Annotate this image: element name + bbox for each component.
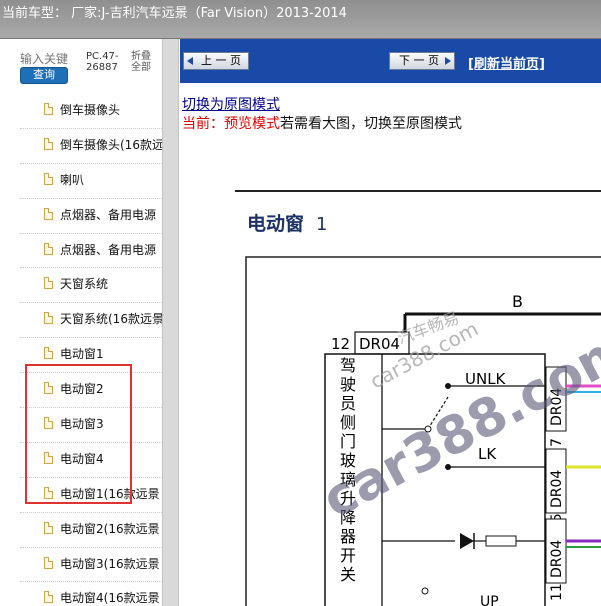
switch-mode-link[interactable]: 切换为原图模式 [182, 94, 280, 114]
switch-up-label: UP [480, 594, 499, 606]
switch-label-char: 开 [340, 546, 356, 565]
tree-item-label: 电动窗2(16款远景 [60, 521, 160, 536]
arrow-left-icon [187, 57, 193, 65]
document-icon [44, 137, 53, 150]
tree-item[interactable]: 天窗系统 [20, 268, 162, 304]
tree-item-label: 电动窗3(16款远景 [60, 556, 160, 571]
mode-current: 当前：预览模式 [182, 116, 280, 132]
document-icon [44, 417, 53, 430]
model-code: PC.47-26887 [86, 51, 119, 73]
tree-item[interactable]: 电动窗1(16款远景 [20, 478, 162, 513]
tree-item-label: 倒车摄像头(16款远 [60, 137, 162, 152]
tree-item-label: 喇叭 [60, 172, 85, 187]
prev-page-button[interactable]: 上 一 页 [183, 52, 249, 70]
tree-item[interactable]: 电动窗2(16款远景 [20, 513, 162, 548]
switch-label-char: 门 [340, 432, 356, 451]
pin-11-label: 11 [549, 583, 565, 601]
next-page-button[interactable]: 下 一 页 [389, 52, 455, 70]
tree-item[interactable]: 电动窗2 [20, 373, 162, 409]
led-symbol [460, 533, 474, 549]
wire-label-b: B [512, 292, 523, 311]
nav-bar: 上 一 页 下 一 页 [刷新当前页] [180, 39, 601, 83]
tree-item-label: 电动窗2 [60, 382, 104, 397]
switch-label-char: 器 [340, 527, 356, 546]
document-icon [44, 172, 53, 185]
tree-item-label: 天窗系统 [60, 277, 109, 292]
document-icon [44, 521, 53, 534]
tree-item[interactable]: 天窗系统(16款远景 [20, 303, 162, 339]
tree-item[interactable]: 电动窗3(16款远景 [20, 548, 162, 583]
diagram-title-number: 1 [316, 214, 327, 235]
tree-item-label: 电动窗4 [60, 451, 104, 466]
arrow-right-icon [445, 57, 451, 65]
switch-label-char: 关 [340, 565, 356, 584]
tree-item-label: 点烟器、备用电源 [60, 207, 157, 222]
title-bar: 当前车型： 厂家:J-吉利汽车远景（Far Vision）2013-2014 [0, 0, 601, 39]
document-icon [44, 382, 53, 395]
tree-item[interactable]: 电动窗3 [20, 408, 162, 443]
tree-item[interactable]: 喇叭 [20, 164, 162, 199]
tree-item-label: 电动窗1(16款远景 [60, 486, 160, 501]
connector-dr04-top-label: DR04 [359, 335, 400, 353]
refresh-link[interactable]: [刷新当前页] [468, 53, 545, 72]
next-page-label: 下 一 页 [399, 54, 439, 67]
connector-dr04-11-label: DR04 [549, 540, 565, 578]
search-input[interactable] [20, 52, 68, 66]
tree-item-label: 电动窗4(16款远景 [60, 591, 160, 606]
pin-12-label: 12 [331, 335, 350, 353]
tree-item-label: 倒车摄像头 [60, 103, 121, 117]
collapse-all-button[interactable]: 折叠 全部 [131, 51, 161, 73]
tree-item-label: 点烟器、备用电源 [60, 242, 157, 257]
document-icon [44, 103, 53, 115]
tree-item-label: 电动窗3 [60, 417, 104, 432]
tree-item[interactable]: 点烟器、备用电源 [20, 234, 162, 269]
document-icon [44, 242, 53, 255]
document-tree: 倒车摄像头倒车摄像头(16款远 喇叭点烟器、备用电源 点烟器、备用电源 天窗系统天窗系… [20, 94, 162, 606]
tree-item-label: 电动窗1 [60, 347, 104, 362]
switch-label-char: 侧 [340, 413, 356, 432]
document-icon [44, 277, 53, 290]
diagram-title: 电动窗 [247, 212, 304, 235]
prev-page-label: 上 一 页 [201, 54, 241, 67]
switch-label-char: 驶 [340, 375, 356, 394]
document-icon [44, 451, 53, 464]
mode-status: 当前：预览模式若需看大图，切换至原图模式 [182, 113, 462, 133]
document-icon [44, 591, 53, 604]
tree-item[interactable]: 电动窗4(16款远景 [20, 582, 162, 606]
tree-item[interactable]: 电动窗1 [20, 338, 162, 374]
mode-hint: 若需看大图，切换至原图模式 [280, 116, 462, 132]
right-panel: 上 一 页 下 一 页 [刷新当前页] 切换为原图模式 当前：预览模式若需看大图… [180, 39, 601, 606]
pin-7-label: 7 [549, 438, 565, 447]
tree-item[interactable]: 倒车摄像头 [20, 94, 162, 129]
resistor-symbol [485, 535, 517, 547]
document-icon [44, 556, 53, 569]
tree-item[interactable]: 倒车摄像头(16款远 [20, 129, 162, 164]
document-icon [44, 486, 53, 499]
connector-dr04-15-label: DR04 [549, 470, 565, 508]
tree-item[interactable]: 点烟器、备用电源 [20, 199, 162, 234]
search-button[interactable]: 查询 [20, 67, 68, 84]
switch-label-char: 员 [340, 394, 356, 413]
document-icon [44, 207, 53, 220]
tree-item-label: 天窗系统(16款远景 [60, 312, 162, 327]
document-icon [44, 347, 53, 360]
tree-item[interactable]: 电动窗4 [20, 443, 162, 478]
document-icon [44, 312, 53, 325]
vehicle-title: 当前车型： 厂家:J-吉利汽车远景（Far Vision）2013-2014 [2, 6, 347, 21]
left-panel: 查询 PC.47-26887 折叠 全部 倒车摄像头倒车摄像头(16款远喇叭点烟… [0, 39, 162, 606]
switch-label-char: 驾 [340, 356, 356, 375]
panel-splitter[interactable] [162, 39, 179, 606]
wiring-diagram: 电动窗 1 B 12 DR04 驾驶员侧门玻璃升降器开关 UNLK LK UP … [235, 190, 601, 606]
